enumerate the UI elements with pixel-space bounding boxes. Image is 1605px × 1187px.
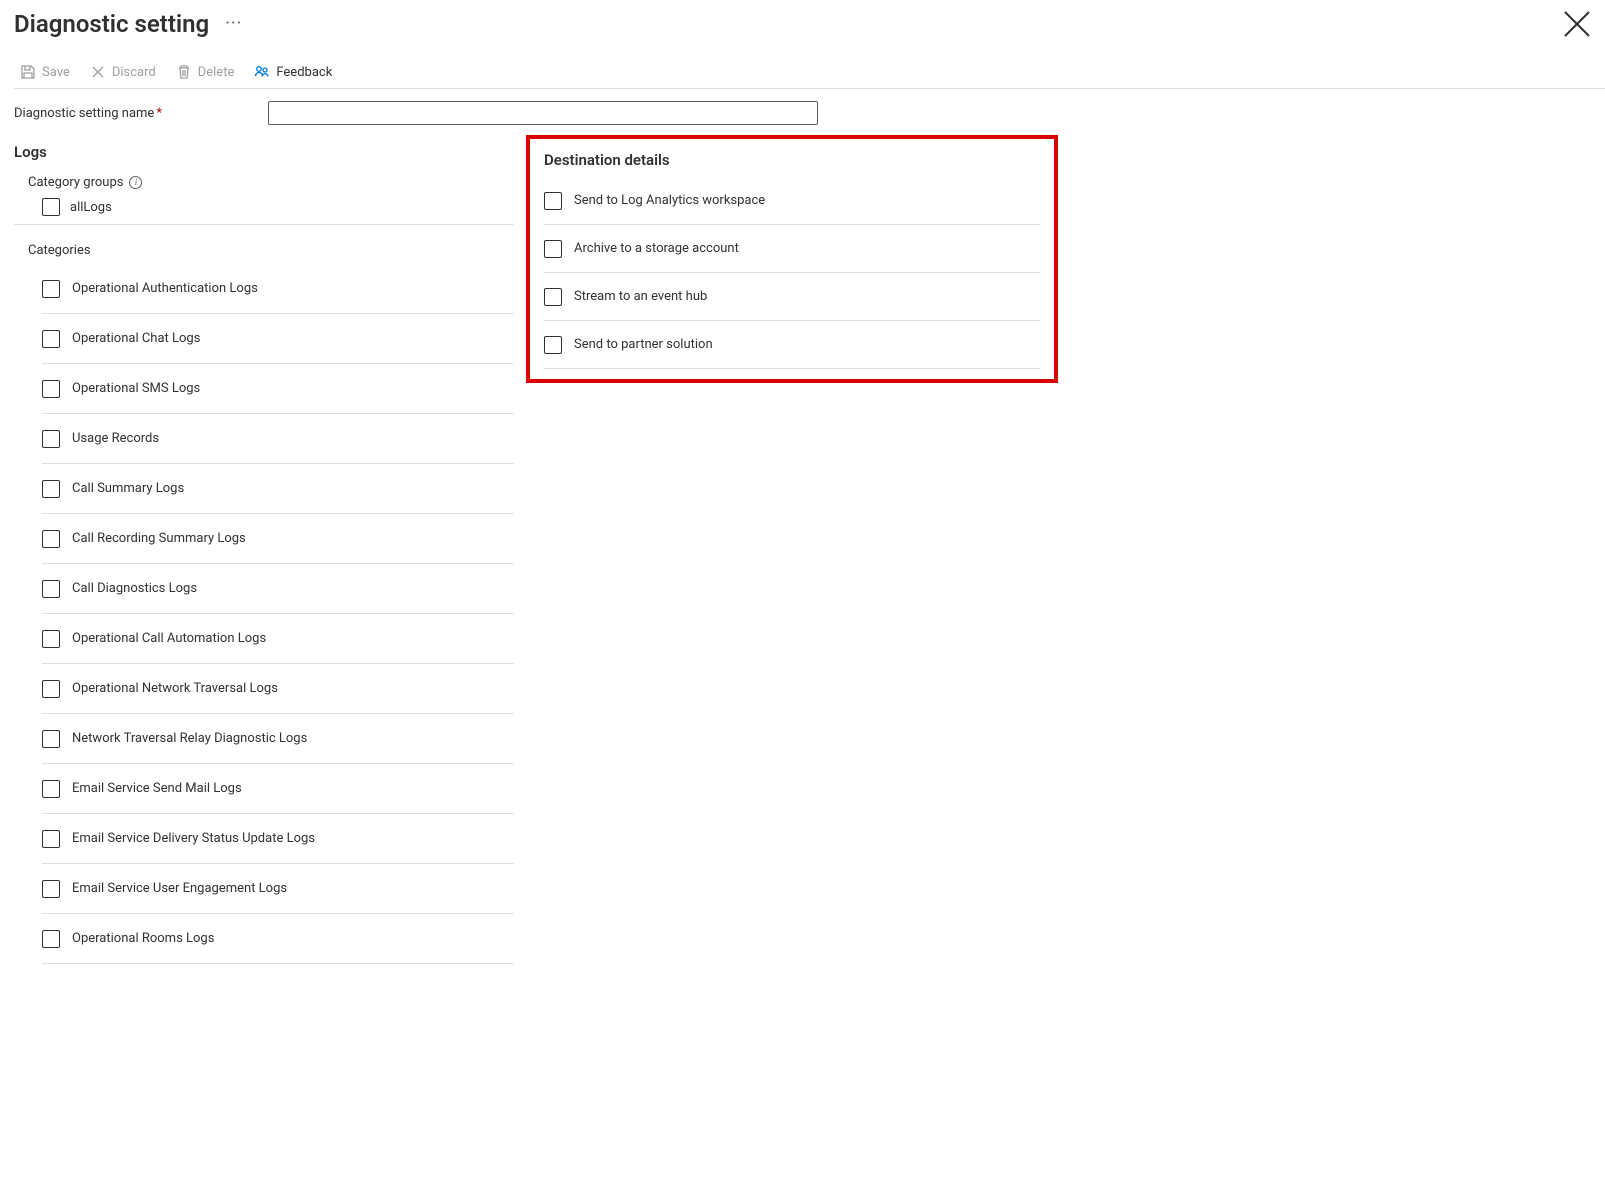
page-header: Diagnostic setting ··· — [14, 0, 1605, 40]
category-label: Network Traversal Relay Diagnostic Logs — [72, 731, 307, 746]
category-label: Operational Rooms Logs — [72, 931, 214, 946]
destination-section-title: Destination details — [544, 151, 1040, 169]
category-label: Operational Call Automation Logs — [72, 631, 266, 646]
category-label: Usage Records — [72, 431, 159, 446]
destination-label: Send to partner solution — [574, 337, 713, 352]
category-label: Email Service Send Mail Logs — [72, 781, 242, 796]
info-icon[interactable]: i — [129, 176, 142, 189]
destination-item: Send to Log Analytics workspace — [544, 177, 1040, 225]
category-item: Call Recording Summary Logs — [42, 514, 514, 564]
category-label: Operational Chat Logs — [72, 331, 200, 346]
categories-label: Categories — [28, 243, 514, 258]
category-group-checkbox[interactable] — [42, 198, 60, 216]
category-checkbox[interactable] — [42, 380, 60, 398]
logs-section-title: Logs — [14, 143, 514, 161]
name-label: Diagnostic setting name — [14, 106, 154, 121]
category-item: Call Summary Logs — [42, 464, 514, 514]
category-label: Email Service Delivery Status Update Log… — [72, 831, 315, 846]
destination-item: Archive to a storage account — [544, 225, 1040, 273]
category-checkbox[interactable] — [42, 830, 60, 848]
close-icon — [1561, 8, 1593, 40]
category-checkbox[interactable] — [42, 780, 60, 798]
category-group-allLogs: allLogs — [42, 198, 514, 216]
delete-button[interactable]: Delete — [176, 64, 235, 80]
category-label: Operational SMS Logs — [72, 381, 200, 396]
category-checkbox[interactable] — [42, 330, 60, 348]
category-item: Operational Network Traversal Logs — [42, 664, 514, 714]
more-menu-icon[interactable]: ··· — [225, 13, 242, 36]
required-indicator: * — [156, 106, 162, 121]
category-item: Email Service Delivery Status Update Log… — [42, 814, 514, 864]
destination-checkbox[interactable] — [544, 240, 562, 258]
destination-label: Send to Log Analytics workspace — [574, 193, 765, 208]
category-checkbox[interactable] — [42, 680, 60, 698]
diagnostic-setting-name-input[interactable] — [268, 101, 818, 125]
destination-checkbox[interactable] — [544, 192, 562, 210]
category-item: Operational Rooms Logs — [42, 914, 514, 964]
category-checkbox[interactable] — [42, 930, 60, 948]
close-button[interactable] — [1561, 8, 1593, 40]
category-checkbox[interactable] — [42, 880, 60, 898]
category-checkbox[interactable] — [42, 530, 60, 548]
category-item: Email Service Send Mail Logs — [42, 764, 514, 814]
category-group-label: allLogs — [70, 200, 112, 215]
category-item: Operational Call Automation Logs — [42, 614, 514, 664]
category-checkbox[interactable] — [42, 280, 60, 298]
category-checkbox[interactable] — [42, 480, 60, 498]
category-item: Operational Chat Logs — [42, 314, 514, 364]
trash-icon — [176, 64, 192, 80]
category-checkbox[interactable] — [42, 730, 60, 748]
feedback-button[interactable]: Feedback — [254, 64, 332, 80]
category-label: Operational Authentication Logs — [72, 281, 258, 296]
category-item: Email Service User Engagement Logs — [42, 864, 514, 914]
destination-item: Send to partner solution — [544, 321, 1040, 369]
category-label: Email Service User Engagement Logs — [72, 881, 287, 896]
category-item: Operational SMS Logs — [42, 364, 514, 414]
page-title: Diagnostic setting — [14, 10, 209, 38]
category-checkbox[interactable] — [42, 580, 60, 598]
category-label: Call Summary Logs — [72, 481, 184, 496]
categories-list: Operational Authentication Logs Operatio… — [42, 264, 514, 964]
logs-column: Logs Category groups i allLogs Categorie… — [14, 141, 514, 964]
discard-button[interactable]: Discard — [90, 64, 156, 80]
category-groups-label: Category groups — [28, 175, 123, 190]
feedback-icon — [254, 64, 270, 80]
category-label: Operational Network Traversal Logs — [72, 681, 278, 696]
name-row: Diagnostic setting name* — [14, 89, 1605, 131]
category-item: Network Traversal Relay Diagnostic Logs — [42, 714, 514, 764]
destination-column-highlight: Destination details Send to Log Analytic… — [526, 135, 1058, 383]
category-item: Call Diagnostics Logs — [42, 564, 514, 614]
toolbar: Save Discard Delete Feedback — [14, 40, 1605, 89]
category-label: Call Diagnostics Logs — [72, 581, 197, 596]
category-item: Operational Authentication Logs — [42, 264, 514, 314]
destination-label: Stream to an event hub — [574, 289, 707, 304]
category-item: Usage Records — [42, 414, 514, 464]
save-icon — [20, 64, 36, 80]
discard-icon — [90, 64, 106, 80]
save-button[interactable]: Save — [20, 64, 70, 80]
category-checkbox[interactable] — [42, 430, 60, 448]
destination-checkbox[interactable] — [544, 336, 562, 354]
category-checkbox[interactable] — [42, 630, 60, 648]
destination-checkbox[interactable] — [544, 288, 562, 306]
category-label: Call Recording Summary Logs — [72, 531, 246, 546]
destination-label: Archive to a storage account — [574, 241, 739, 256]
destination-list: Send to Log Analytics workspace Archive … — [544, 177, 1040, 369]
destination-item: Stream to an event hub — [544, 273, 1040, 321]
